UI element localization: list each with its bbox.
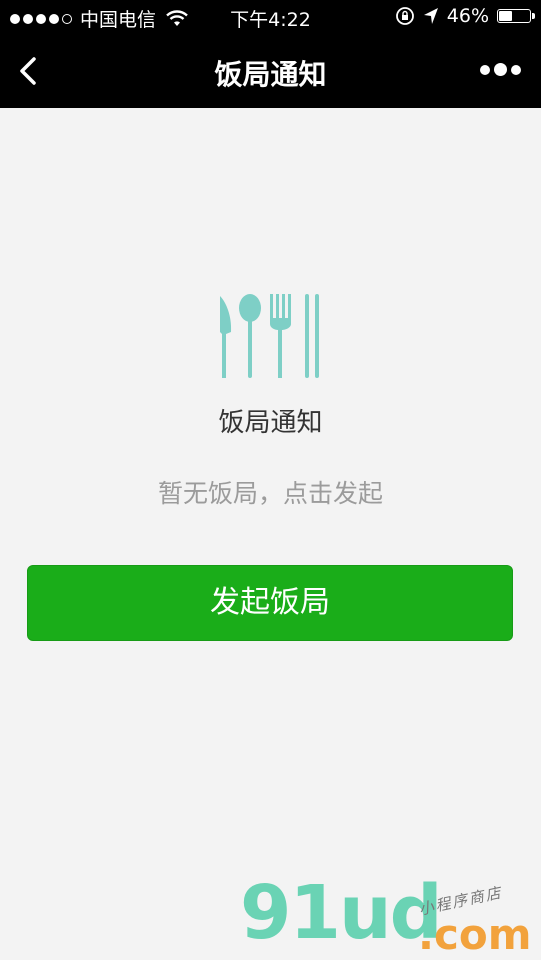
battery-icon bbox=[497, 9, 535, 23]
empty-state-title: 饭局通知 bbox=[218, 408, 323, 438]
status-bar: 中国电信 下午4:22 46% bbox=[0, 0, 541, 34]
watermark-domain: .com bbox=[418, 910, 532, 959]
location-arrow-icon bbox=[423, 8, 438, 24]
status-bar-right: 46% bbox=[395, 5, 535, 27]
cutlery-icon bbox=[220, 294, 319, 378]
empty-state-subtitle: 暂无饭局，点击发起 bbox=[157, 479, 383, 508]
more-dots-icon-right bbox=[511, 64, 521, 75]
battery-percent: 46% bbox=[446, 5, 489, 27]
rotation-lock-icon bbox=[395, 7, 414, 25]
start-meal-button[interactable]: 发起饭局 bbox=[27, 565, 513, 641]
more-button[interactable] bbox=[480, 63, 521, 76]
nav-bar: 饭局通知 bbox=[0, 34, 541, 108]
watermark-logo: 91ud bbox=[240, 870, 443, 956]
page-title: 饭局通知 bbox=[214, 58, 327, 91]
more-dots-icon-center bbox=[494, 63, 507, 76]
battery-level-fill bbox=[499, 11, 512, 21]
more-dots-icon bbox=[480, 64, 490, 75]
